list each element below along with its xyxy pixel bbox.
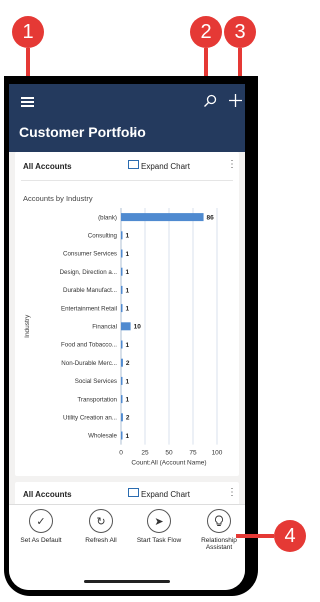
callout-3: 3 xyxy=(224,16,256,48)
expand-chart-button-2[interactable]: Expand Chart xyxy=(141,490,190,499)
bar xyxy=(121,213,204,222)
refresh-icon: ↻ xyxy=(89,509,113,533)
data-label: 1 xyxy=(126,287,130,294)
data-label: 2 xyxy=(126,360,130,367)
top-bar: Customer Portfolio ⌄ xyxy=(9,84,245,152)
category-label: Wholesale xyxy=(88,433,117,440)
expand-chart-icon-2[interactable] xyxy=(128,488,139,497)
chart-card: All Accounts Expand Chart ⋮ Accounts by … xyxy=(15,152,239,476)
category-label: Transportation xyxy=(77,396,117,403)
callout-1: 1 xyxy=(12,16,44,48)
more-options-icon-2[interactable]: ⋮ xyxy=(227,487,237,498)
callout-4: 4 xyxy=(274,520,306,552)
data-label: 1 xyxy=(126,233,130,240)
bar xyxy=(121,340,123,349)
chart-title: Accounts by Industry xyxy=(23,194,93,203)
data-label: 1 xyxy=(126,306,130,313)
lightbulb-icon xyxy=(207,509,231,533)
bar xyxy=(121,358,123,367)
bar xyxy=(121,395,123,404)
bar xyxy=(121,304,123,313)
y-axis-label: Industry xyxy=(24,314,31,338)
home-indicator xyxy=(84,580,170,583)
data-label: 1 xyxy=(126,397,130,404)
category-label: (blank) xyxy=(98,214,117,221)
data-label: 10 xyxy=(134,324,142,331)
industry-bar-chart: 0 25 50 75 100 Count:All (Account Name) Indust… xyxy=(24,208,223,467)
category-label: Non-Durable Merc... xyxy=(61,360,117,367)
bar xyxy=(121,376,123,385)
card-header: All Accounts Expand Chart ⋮ xyxy=(15,152,239,180)
check-icon: ✓ xyxy=(29,509,53,533)
refresh-all-label: Refresh All xyxy=(85,537,117,544)
x-tick-label: 0 xyxy=(119,450,123,457)
x-tick-label: 50 xyxy=(165,450,173,457)
data-label: 1 xyxy=(126,342,130,349)
category-label: Entertainment Retail xyxy=(61,305,117,312)
data-label: 2 xyxy=(126,415,130,422)
hamburger-icon[interactable] xyxy=(21,97,34,107)
x-tick-label: 75 xyxy=(189,450,197,457)
task-flow-icon: ➤ xyxy=(147,509,171,533)
header-divider xyxy=(21,180,233,181)
command-bar: ✓ Set As Default ↻ Refresh All ➤ Start T… xyxy=(9,504,245,590)
data-label: 1 xyxy=(126,269,130,276)
callout-2: 2 xyxy=(190,16,222,48)
set-as-default-button[interactable]: ✓ Set As Default xyxy=(11,509,71,544)
category-label: Consumer Services xyxy=(63,251,117,258)
x-tick-label: 100 xyxy=(212,450,223,457)
data-label: 1 xyxy=(126,251,130,258)
card-title[interactable]: All Accounts xyxy=(23,162,72,171)
relationship-assistant-button[interactable]: Relationship Assistant xyxy=(189,509,245,551)
bar xyxy=(121,322,131,331)
category-label: Utility Creation an... xyxy=(63,415,117,422)
data-label: 86 xyxy=(207,215,215,222)
x-tick-label: 25 xyxy=(141,450,149,457)
bar xyxy=(121,431,123,440)
second-card: All Accounts Expand Chart ⋮ xyxy=(15,482,239,506)
category-label: Durable Manufact... xyxy=(63,287,117,294)
relationship-assistant-label: Relationship Assistant xyxy=(201,537,237,551)
category-label: Social Services xyxy=(75,378,117,385)
callout-4-arrow xyxy=(236,534,274,538)
chevron-down-icon[interactable]: ⌄ xyxy=(127,122,139,139)
data-label: 1 xyxy=(126,378,130,385)
set-as-default-label: Set As Default xyxy=(20,537,62,544)
more-options-icon[interactable]: ⋮ xyxy=(227,159,237,170)
category-label: Consulting xyxy=(88,233,118,240)
bar xyxy=(121,249,123,258)
expand-chart-button[interactable]: Expand Chart xyxy=(141,162,190,171)
category-label: Financial xyxy=(92,324,117,331)
app-screen: Customer Portfolio ⌄ All Accounts Expand… xyxy=(9,84,245,590)
bar xyxy=(121,413,123,422)
x-axis-label: Count:All (Account Name) xyxy=(131,460,206,467)
data-label: 1 xyxy=(126,433,130,440)
category-label: Food and Tobacco... xyxy=(61,342,117,349)
card-title-2[interactable]: All Accounts xyxy=(23,490,72,499)
bar xyxy=(121,231,123,240)
start-task-flow-label: Start Task Flow xyxy=(136,537,182,544)
expand-chart-icon[interactable] xyxy=(128,160,139,169)
bar xyxy=(121,267,123,276)
search-icon[interactable] xyxy=(203,94,217,108)
start-task-flow-button[interactable]: ➤ Start Task Flow xyxy=(129,509,189,544)
refresh-all-button[interactable]: ↻ Refresh All xyxy=(71,509,131,544)
category-label: Design, Direction a... xyxy=(60,269,118,276)
plus-icon[interactable] xyxy=(229,94,242,107)
bar xyxy=(121,285,123,294)
